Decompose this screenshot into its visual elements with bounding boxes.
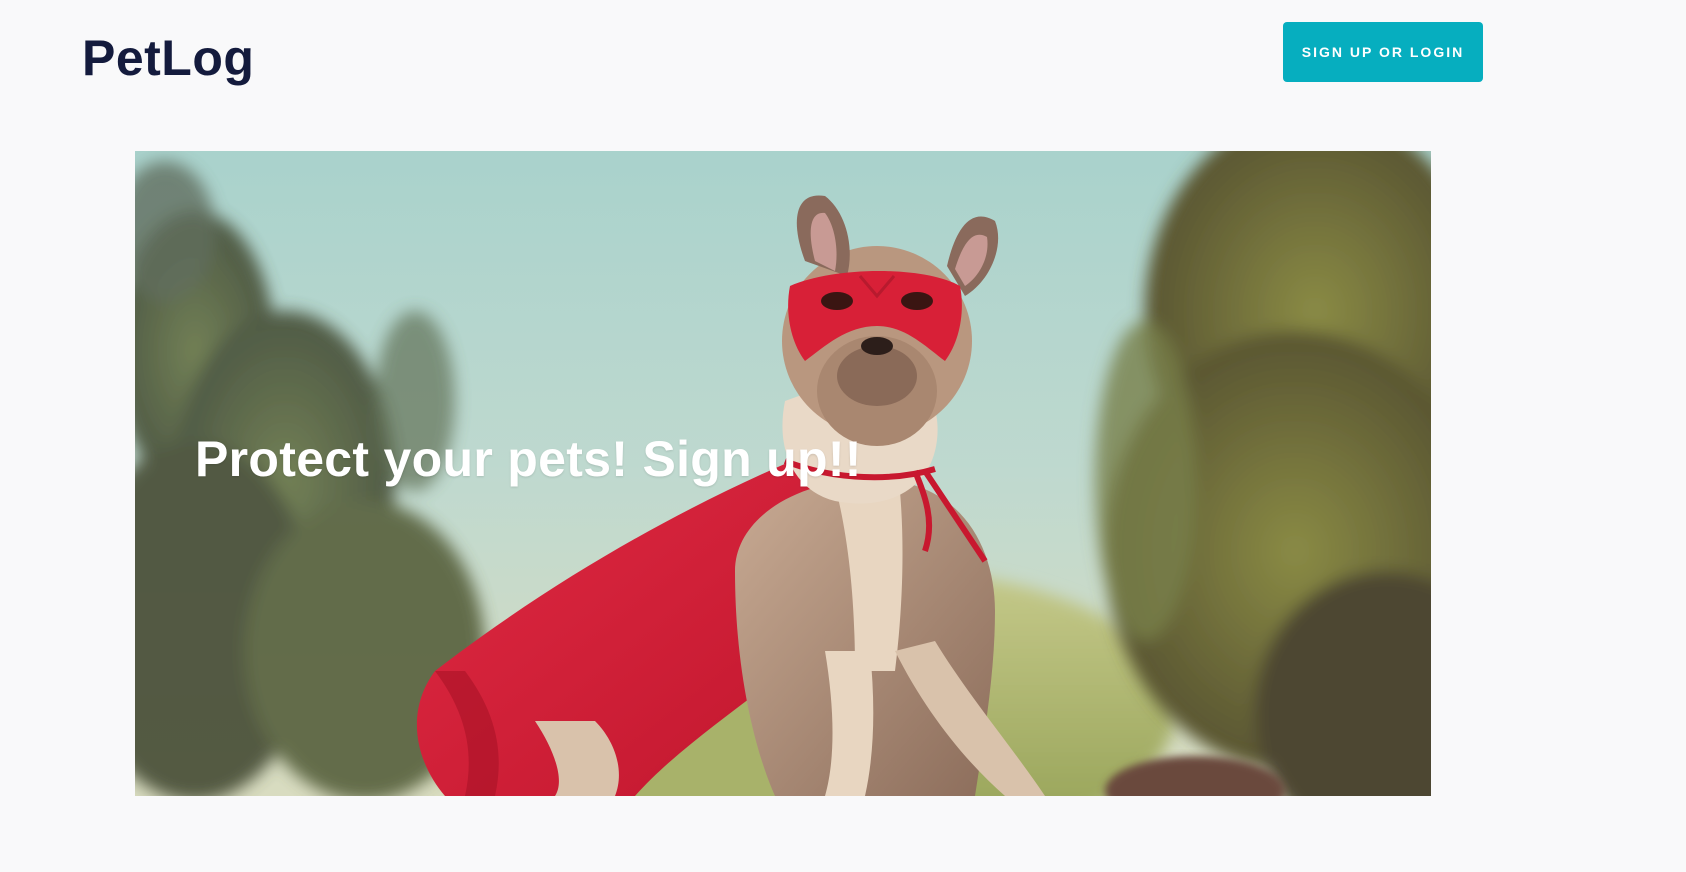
signup-login-button[interactable]: SIGN UP OR LOGIN: [1283, 22, 1483, 82]
site-header: PetLog SIGN UP OR LOGIN: [0, 0, 1686, 110]
hero-banner: Protect your pets! Sign up!!: [135, 151, 1431, 796]
hero-headline: Protect your pets! Sign up!!: [195, 431, 862, 487]
site-logo[interactable]: PetLog: [82, 26, 254, 90]
